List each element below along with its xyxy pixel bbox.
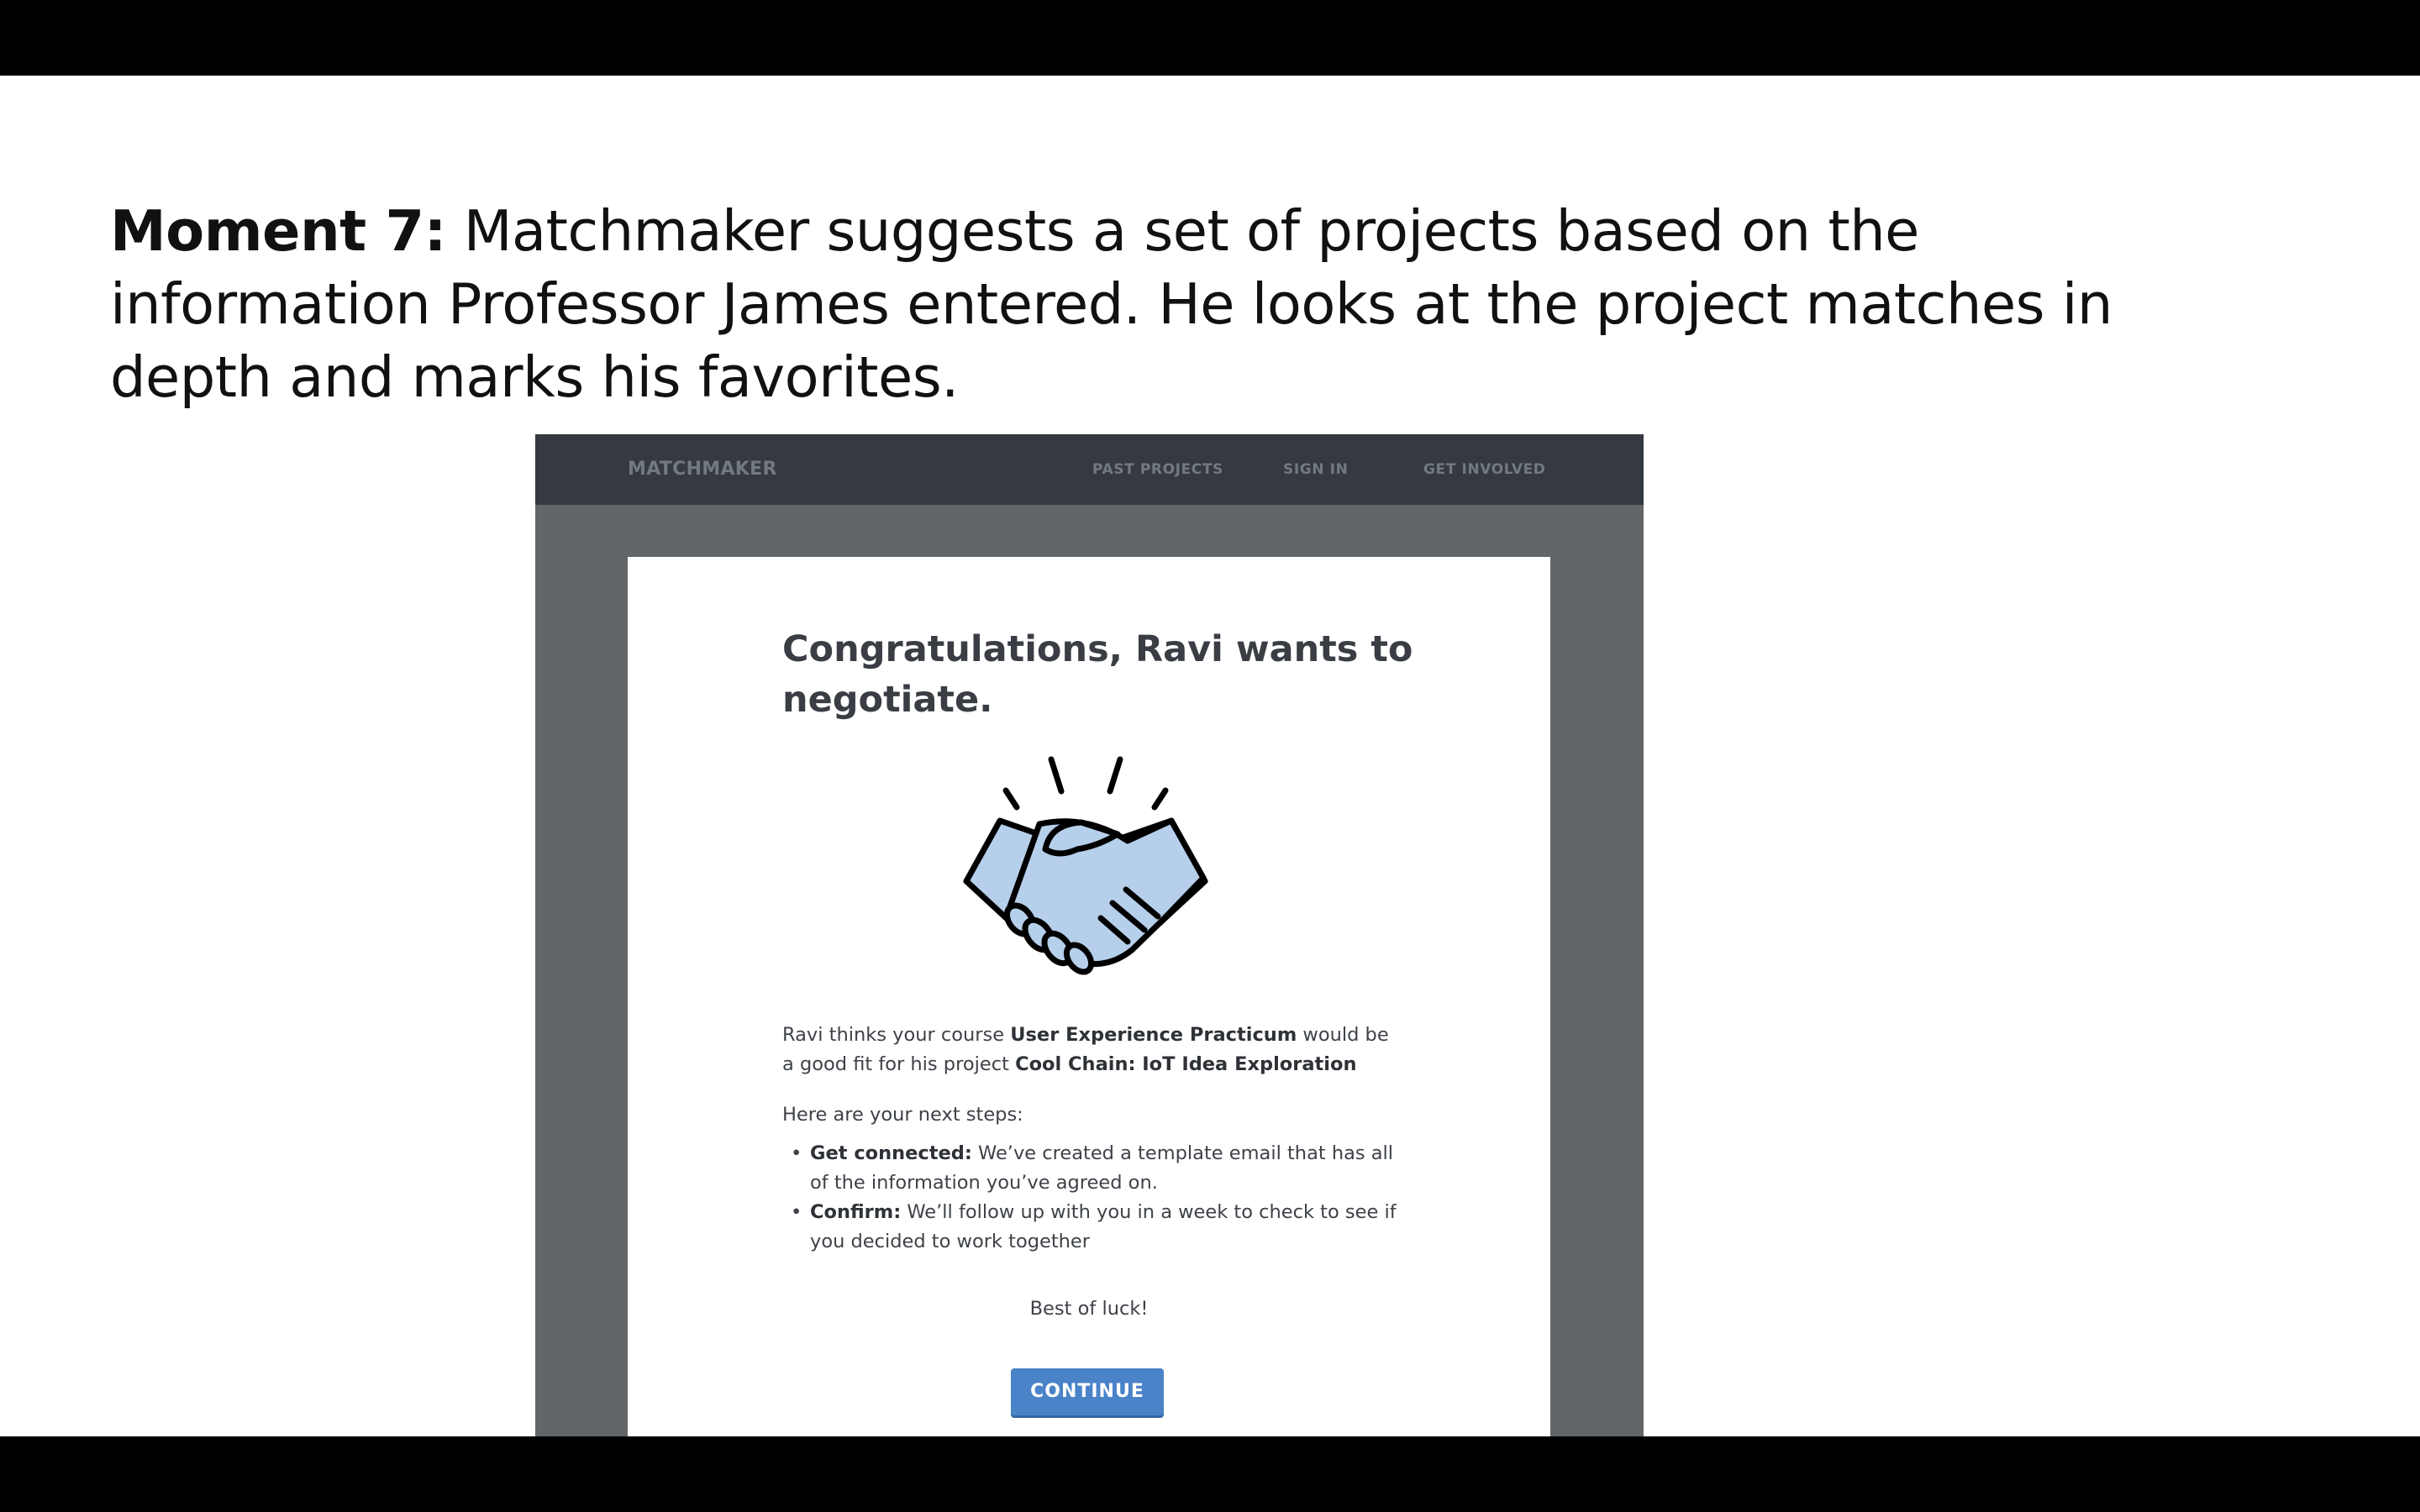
navbar: MATCHMAKER PAST PROJECTS SIGN IN GET INV… [535,434,1644,505]
nav-link-past-projects[interactable]: PAST PROJECTS [1092,434,1223,505]
list-item: • Confirm: We’ll follow up with you in a … [782,1198,1404,1257]
bullet-icon: • [791,1142,802,1164]
negotiation-card: Congratulations, Ravi wants to negotiate… [628,557,1550,1436]
bottom-letterbox [0,1436,2420,1512]
app-mockup: MATCHMAKER PAST PROJECTS SIGN IN GET INV… [535,434,1644,1436]
caption-lead: Moment 7: [110,198,446,264]
handshake-icon [963,756,1208,975]
bullet-icon: • [791,1201,802,1223]
course-name: User Experience Practicum [1010,1024,1297,1046]
closing-message: Best of luck! [1029,1298,1149,1320]
step-title: Get connected: [810,1142,972,1164]
next-steps-list: • Get connected: We’ve created a template… [782,1139,1404,1257]
steps-heading: Here are your next steps: [782,1104,1023,1126]
brand-logo[interactable]: MATCHMAKER [628,434,777,505]
continue-button[interactable]: CONTINUE [1011,1368,1164,1415]
match-summary: Ravi thinks your course User Experience … [782,1021,1404,1079]
nav-link-sign-in[interactable]: SIGN IN [1283,434,1348,505]
slide-caption: Moment 7: Matchmaker suggests a set of p… [110,195,2144,414]
summary-text-lead: Ravi thinks your course [782,1024,1011,1046]
project-name: Cool Chain: IoT Idea Exploration [1015,1053,1357,1075]
list-item: • Get connected: We’ve created a template… [782,1139,1404,1198]
top-letterbox [0,0,2420,76]
step-title: Confirm: [810,1201,902,1223]
card-title: Congratulations, Ravi wants to negotiate… [782,628,1413,721]
nav-link-get-involved[interactable]: GET INVOLVED [1423,434,1546,505]
